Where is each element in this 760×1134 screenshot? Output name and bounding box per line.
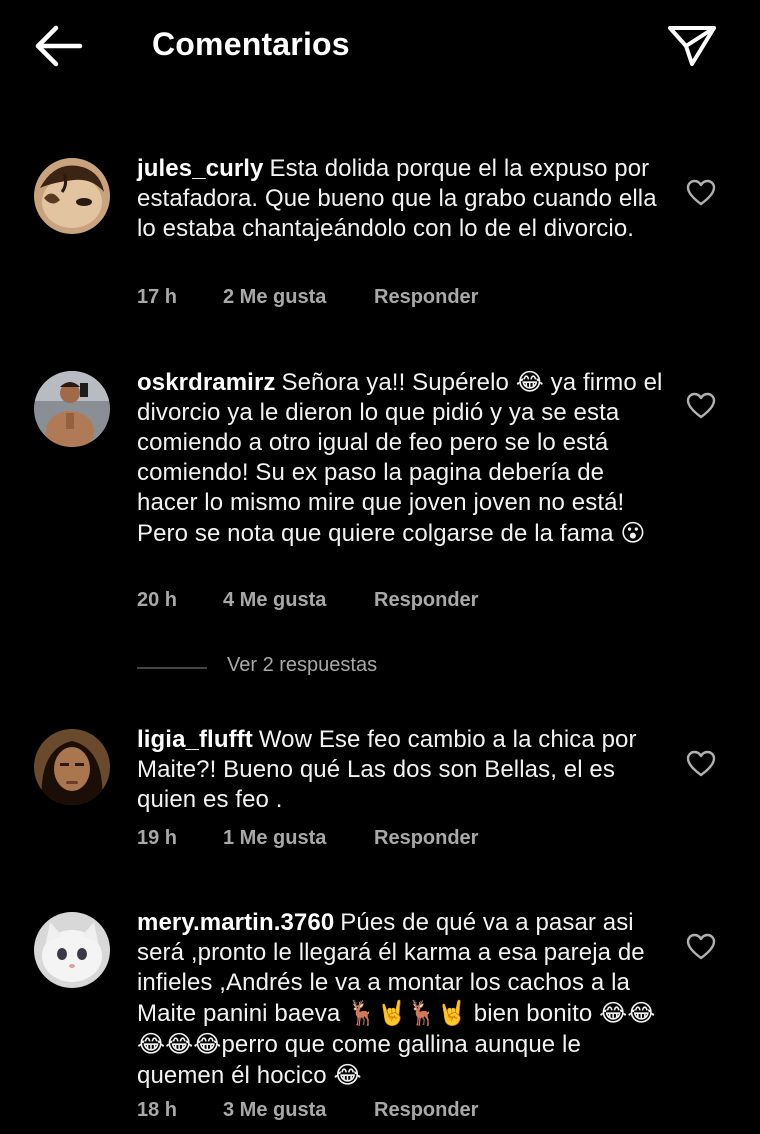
comment-time: 18 h [137, 1099, 178, 1121]
paper-plane-icon [668, 26, 716, 66]
comments-screen: Comentarios jules_curly Esta dolida porqu… [0, 0, 760, 1134]
likes-count[interactable]: 1 Me gusta [223, 827, 326, 850]
comment-time: 17 h [137, 286, 178, 308]
comment-body-part: Señora ya!! Supérelo [281, 369, 516, 396]
avatar[interactable] [34, 371, 110, 447]
view-replies-button[interactable]: Ver 2 respuestas [137, 654, 537, 684]
comment-time: 20 h [137, 589, 178, 611]
heart-icon [686, 750, 716, 777]
header: Comentarios [0, 0, 760, 92]
reply-button[interactable]: Responder [374, 827, 478, 850]
reply-button[interactable]: Responder [374, 1099, 478, 1122]
comment-username[interactable]: oskrdramirz [137, 369, 276, 396]
surprised-face-emoji: 😮 [620, 519, 646, 547]
heart-icon [686, 933, 716, 960]
like-button[interactable] [686, 392, 716, 420]
comment-body-part: bien bonito [466, 1000, 600, 1027]
avatar[interactable] [34, 912, 110, 988]
reply-button[interactable]: Responder [374, 589, 478, 612]
like-button[interactable] [686, 933, 716, 961]
comment-text: jules_curly Esta dolida porque el la expu… [137, 154, 667, 244]
view-replies-label: Ver 2 respuestas [227, 654, 378, 676]
divider [137, 667, 207, 669]
comment-username[interactable]: jules_curly [137, 155, 264, 182]
share-button[interactable] [664, 18, 720, 70]
deer-rock-emoji: 🦌🤘🦌🤘 [347, 999, 467, 1027]
comment-text: mery.martin.3760 Púes de qué va a pasar a… [137, 908, 667, 1091]
avatar[interactable] [34, 158, 110, 234]
heart-icon [686, 179, 716, 206]
back-button[interactable] [30, 22, 88, 70]
comment-username[interactable]: ligia_flufft [137, 726, 253, 753]
comment-time: 19 h [137, 827, 178, 849]
tears-of-joy-emoji: 😂 [515, 368, 544, 396]
comment-text: ligia_flufft Wow Ese feo cambio a la chic… [137, 725, 667, 815]
avatar[interactable] [34, 729, 110, 805]
likes-count[interactable]: 3 Me gusta [223, 1099, 326, 1122]
page-title: Comentarios [152, 26, 350, 62]
reply-button[interactable]: Responder [374, 286, 478, 309]
like-button[interactable] [686, 750, 716, 778]
heart-icon [686, 392, 716, 419]
like-button[interactable] [686, 179, 716, 207]
comment-text: oskrdramirz Señora ya!! Supérelo 😂 ya fir… [137, 367, 667, 549]
likes-count[interactable]: 2 Me gusta [223, 286, 326, 309]
likes-count[interactable]: 4 Me gusta [223, 589, 326, 612]
arrow-left-icon [35, 25, 83, 67]
tears-of-joy-emoji: 😂 [333, 1061, 362, 1089]
comment-username[interactable]: mery.martin.3760 [137, 909, 334, 936]
